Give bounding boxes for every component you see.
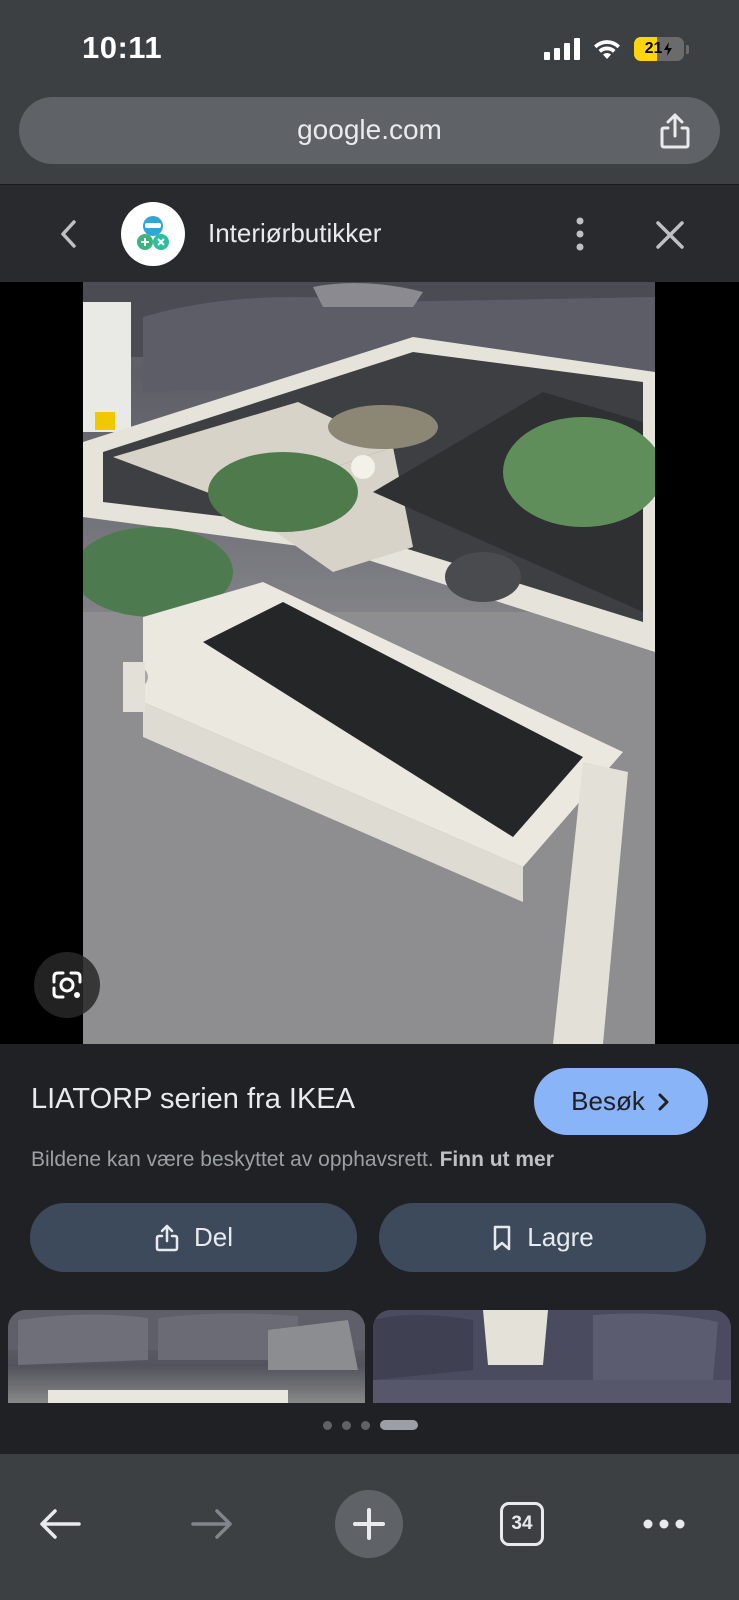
tab-switcher-button[interactable]: 34 bbox=[488, 1490, 556, 1558]
related-image[interactable] bbox=[8, 1310, 365, 1403]
status-time: 10:11 bbox=[82, 30, 163, 65]
pagination-dots bbox=[323, 1420, 418, 1430]
forward-button[interactable] bbox=[180, 1490, 244, 1558]
copyright-notice: Bildene kan være beskyttet av opphavsret… bbox=[31, 1148, 554, 1172]
copyright-text: Bildene kan være beskyttet av opphavsret… bbox=[31, 1148, 434, 1171]
more-horizontal-icon bbox=[643, 1519, 685, 1529]
plus-icon bbox=[353, 1508, 385, 1540]
site-logo bbox=[121, 202, 185, 266]
tab-count: 34 bbox=[511, 1513, 533, 1534]
more-vertical-icon[interactable] bbox=[566, 215, 594, 253]
share-button[interactable]: Del bbox=[30, 1203, 357, 1272]
close-icon[interactable] bbox=[652, 217, 688, 253]
arrow-back-icon bbox=[40, 1509, 81, 1539]
google-lens-icon bbox=[52, 971, 82, 999]
bottom-toolbar: 34 bbox=[0, 1454, 739, 1600]
share-icon[interactable] bbox=[656, 111, 694, 151]
battery-charging-icon: 21 bbox=[634, 37, 684, 61]
battery-level: 21 bbox=[644, 40, 663, 57]
save-button[interactable]: Lagre bbox=[379, 1203, 706, 1272]
page-dot-active bbox=[380, 1420, 418, 1430]
visit-button[interactable]: Besøk bbox=[534, 1068, 708, 1135]
more-button[interactable] bbox=[630, 1490, 698, 1558]
arrow-forward-icon bbox=[191, 1509, 232, 1539]
share-icon bbox=[155, 1224, 179, 1251]
page-dot bbox=[323, 1420, 332, 1430]
result-title: LIATORP serien fra IKEA bbox=[31, 1083, 355, 1115]
tab-switcher-icon: 34 bbox=[500, 1502, 544, 1546]
site-header: Interiørbutikker bbox=[0, 184, 739, 282]
image-viewer[interactable] bbox=[0, 282, 739, 1044]
chevron-left-icon[interactable] bbox=[54, 217, 82, 251]
product-photo[interactable] bbox=[83, 282, 655, 1044]
wifi-icon bbox=[594, 40, 620, 59]
save-label: Lagre bbox=[527, 1222, 594, 1252]
new-tab-button[interactable] bbox=[335, 1490, 403, 1558]
page-dot bbox=[361, 1420, 370, 1430]
back-button[interactable] bbox=[28, 1490, 92, 1558]
visit-label: Besøk bbox=[571, 1086, 645, 1116]
address-bar[interactable]: google.com bbox=[19, 97, 720, 164]
cellular-signal-icon bbox=[544, 38, 580, 60]
chevron-right-icon bbox=[658, 1093, 669, 1110]
google-lens-button[interactable] bbox=[34, 952, 100, 1018]
battery-tip bbox=[686, 44, 689, 54]
status-bar: 10:11 21 bbox=[0, 0, 739, 95]
status-icons: 21 bbox=[544, 34, 689, 64]
url-text: google.com bbox=[297, 114, 442, 145]
learn-more-link[interactable]: Finn ut mer bbox=[440, 1148, 554, 1171]
share-label: Del bbox=[193, 1222, 233, 1252]
bookmark-icon bbox=[494, 1225, 511, 1250]
url-bar-area: google.com bbox=[0, 95, 739, 184]
site-title: Interiørbutikker bbox=[208, 218, 382, 248]
related-image[interactable] bbox=[373, 1310, 731, 1403]
page-dot bbox=[342, 1420, 351, 1430]
